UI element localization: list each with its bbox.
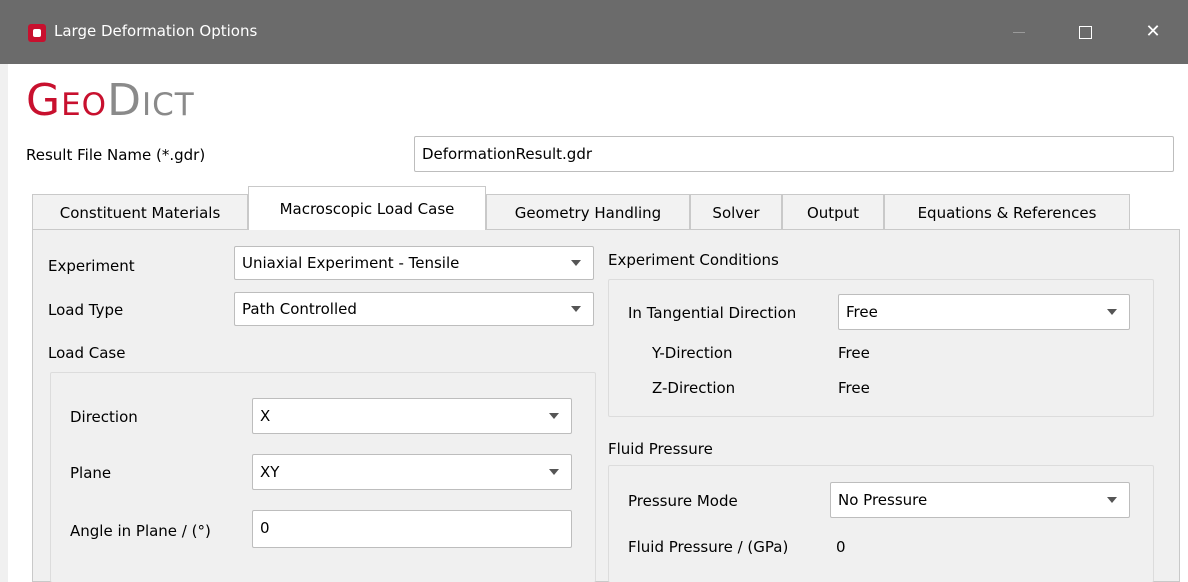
logo-dict: Dict <box>107 75 195 126</box>
maximize-icon <box>1078 25 1092 39</box>
angle-label: Angle in Plane / (°) <box>70 522 211 540</box>
tab-macroscopic-load-case[interactable]: Macroscopic Load Case <box>248 186 486 230</box>
chevron-down-icon <box>549 469 559 475</box>
tab-geometry-handling[interactable]: Geometry Handling <box>486 194 690 230</box>
chevron-down-icon <box>571 306 581 312</box>
geodict-app-icon <box>28 24 46 42</box>
result-file-label: Result File Name (*.gdr) <box>26 146 206 164</box>
close-icon: ✕ <box>1145 21 1161 42</box>
tab-solver[interactable]: Solver <box>690 194 782 230</box>
experiment-label: Experiment <box>48 257 135 275</box>
tangential-direction-label: In Tangential Direction <box>628 304 797 322</box>
fluid-pressure-label: Fluid Pressure <box>608 440 713 458</box>
plane-select[interactable]: XY <box>252 454 572 490</box>
direction-value: X <box>260 407 271 425</box>
pressure-mode-label: Pressure Mode <box>628 492 738 510</box>
chevron-down-icon <box>571 260 581 266</box>
angle-input[interactable]: 0 <box>252 510 572 548</box>
load-case-label: Load Case <box>48 344 126 362</box>
tab-output[interactable]: Output <box>782 194 884 230</box>
window-title: Large Deformation Options <box>54 22 258 40</box>
minimize-button[interactable] <box>996 14 1042 50</box>
plane-value: XY <box>260 463 280 481</box>
experiment-select[interactable]: Uniaxial Experiment - Tensile <box>234 246 594 280</box>
tab-constituent-materials[interactable]: Constituent Materials <box>32 194 248 230</box>
y-direction-label: Y-Direction <box>652 344 733 362</box>
chevron-down-icon <box>1107 497 1117 503</box>
y-direction-value: Free <box>838 344 870 362</box>
direction-select[interactable]: X <box>252 398 572 434</box>
z-direction-value: Free <box>838 379 870 397</box>
logo-geo: Geo <box>26 75 108 126</box>
minimize-icon <box>1013 31 1025 33</box>
maximize-button[interactable] <box>1062 14 1108 50</box>
z-direction-label: Z-Direction <box>652 379 736 397</box>
geodict-logo: GeoDict <box>26 76 195 126</box>
tangential-direction-value: Free <box>846 303 878 321</box>
tangential-direction-select[interactable]: Free <box>838 294 1130 330</box>
chevron-down-icon <box>549 413 559 419</box>
experiment-conditions-label: Experiment Conditions <box>608 251 779 269</box>
load-type-label: Load Type <box>48 301 124 319</box>
experiment-value: Uniaxial Experiment - Tensile <box>242 254 460 272</box>
dialog-content: GeoDict Result File Name (*.gdr) Deforma… <box>8 64 1188 582</box>
result-file-input[interactable]: DeformationResult.gdr <box>414 136 1174 172</box>
title-bar[interactable]: Large Deformation Options ✕ <box>0 0 1188 64</box>
fluid-pressure-value: 0 <box>836 538 846 556</box>
tab-equations-references[interactable]: Equations & References <box>884 194 1130 230</box>
direction-label: Direction <box>70 408 138 426</box>
plane-label: Plane <box>70 464 112 482</box>
fluid-pressure-value-label: Fluid Pressure / (GPa) <box>628 538 789 556</box>
pressure-mode-value: No Pressure <box>838 491 928 509</box>
chevron-down-icon <box>1107 309 1117 315</box>
load-type-select[interactable]: Path Controlled <box>234 292 594 326</box>
pressure-mode-select[interactable]: No Pressure <box>830 482 1130 518</box>
load-type-value: Path Controlled <box>242 300 357 318</box>
close-button[interactable]: ✕ <box>1130 14 1176 50</box>
